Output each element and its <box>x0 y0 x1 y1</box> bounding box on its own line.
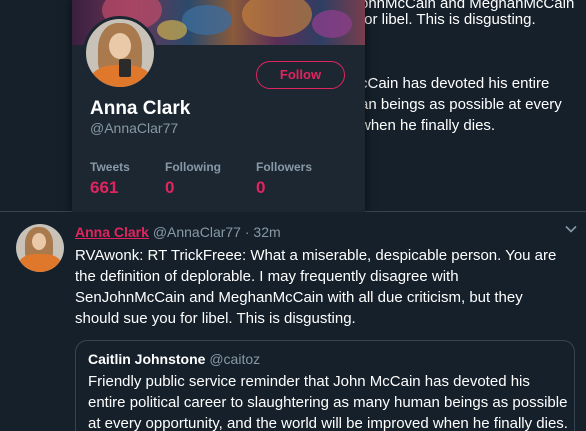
tweet-author-name[interactable]: Anna Clark <box>75 224 149 240</box>
stat-label: Following <box>165 160 221 174</box>
stat-following[interactable]: Following 0 <box>165 160 221 198</box>
background-tweet-line: for libel. This is disgusting. <box>360 11 536 28</box>
stat-value: 0 <box>256 178 266 197</box>
stat-followers[interactable]: Followers 0 <box>256 160 312 198</box>
follow-button[interactable]: Follow <box>256 61 345 89</box>
stat-value: 0 <box>165 178 175 197</box>
tweet[interactable]: Anna Clark @AnnaClar77 · 32m RVAwonk: RT… <box>0 212 586 431</box>
separator: · <box>244 224 250 240</box>
background-tweet-line: when he finally dies. <box>360 117 496 134</box>
stat-value: 661 <box>90 178 119 197</box>
quoted-tweet-text: Friendly public service reminder that Jo… <box>88 373 568 431</box>
chevron-down-icon[interactable] <box>564 222 578 236</box>
profile-handle[interactable]: @AnnaClar77 <box>90 120 178 136</box>
tweet-author-handle[interactable]: @AnnaClar77 <box>153 224 241 240</box>
tweet-timestamp[interactable]: 32m <box>253 224 280 240</box>
tweet-header: Anna Clark @AnnaClar77 · 32m <box>75 224 281 240</box>
avatar[interactable] <box>16 224 64 272</box>
quoted-tweet[interactable]: Caitlin Johnstone @caitoz Friendly publi… <box>75 340 575 431</box>
avatar[interactable] <box>83 16 157 90</box>
stat-tweets[interactable]: Tweets 661 <box>90 160 130 198</box>
quoted-tweet-author-handle: @caitoz <box>209 351 261 367</box>
profile-hover-card: Follow Anna Clark @AnnaClar77 Tweets 661… <box>72 0 365 212</box>
quoted-tweet-author-name: Caitlin Johnstone <box>88 351 206 367</box>
quoted-tweet-header: Caitlin Johnstone @caitoz <box>88 351 260 367</box>
profile-name[interactable]: Anna Clark <box>90 98 190 120</box>
stat-label: Tweets <box>90 160 130 174</box>
background-tweet-line: an beings as possible at every <box>360 96 562 113</box>
tweet-text: RVAwonk: RT TrickFreee: What a miserable… <box>75 247 557 327</box>
stat-label: Followers <box>256 160 313 174</box>
background-tweet-line: cCain has devoted his entire <box>360 75 550 92</box>
